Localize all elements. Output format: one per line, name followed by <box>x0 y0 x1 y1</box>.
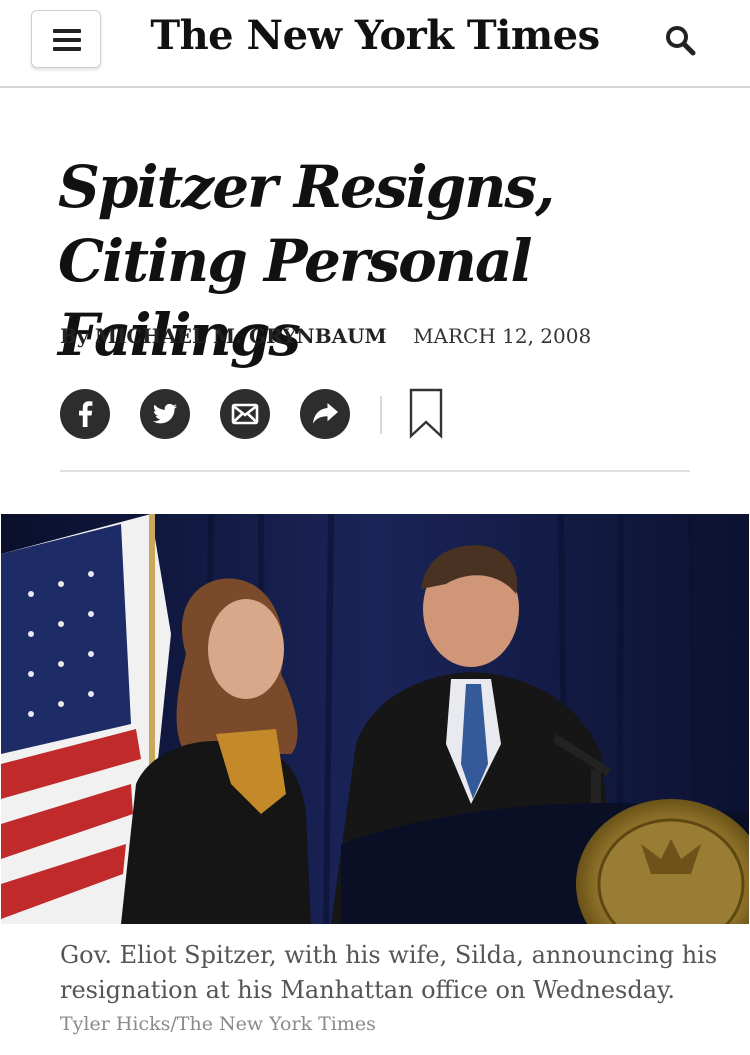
share-divider <box>380 396 382 434</box>
photo-caption: Gov. Eliot Spitzer, with his wife, Silda… <box>60 941 718 1004</box>
site-header: The New York Times <box>0 0 750 88</box>
byline-prefix: By <box>60 324 89 348</box>
share-email-button[interactable] <box>220 389 270 439</box>
share-more-button[interactable] <box>300 389 350 439</box>
byline: By MICHAEL M. GRYNBAUM MARCH 12, 2008 <box>60 324 591 348</box>
share-twitter-button[interactable] <box>140 389 190 439</box>
save-article-button[interactable] <box>408 388 444 444</box>
search-icon <box>666 26 696 56</box>
nyt-logo[interactable]: The New York Times <box>0 12 750 59</box>
share-facebook-button[interactable] <box>60 389 110 439</box>
facebook-icon <box>79 401 93 427</box>
photo-credit: Tyler Hicks/The New York Times <box>60 1013 376 1035</box>
share-arrow-icon <box>313 403 338 424</box>
article-photo[interactable] <box>1 514 749 924</box>
email-icon <box>231 403 259 425</box>
byline-author[interactable]: MICHAEL M. GRYNBAUM <box>95 324 387 348</box>
article-date: MARCH 12, 2008 <box>413 324 592 348</box>
bookmark-icon <box>409 388 443 439</box>
section-divider <box>60 470 690 472</box>
search-button[interactable] <box>660 20 700 60</box>
twitter-icon <box>153 403 177 424</box>
photo-illustration <box>1 514 749 924</box>
